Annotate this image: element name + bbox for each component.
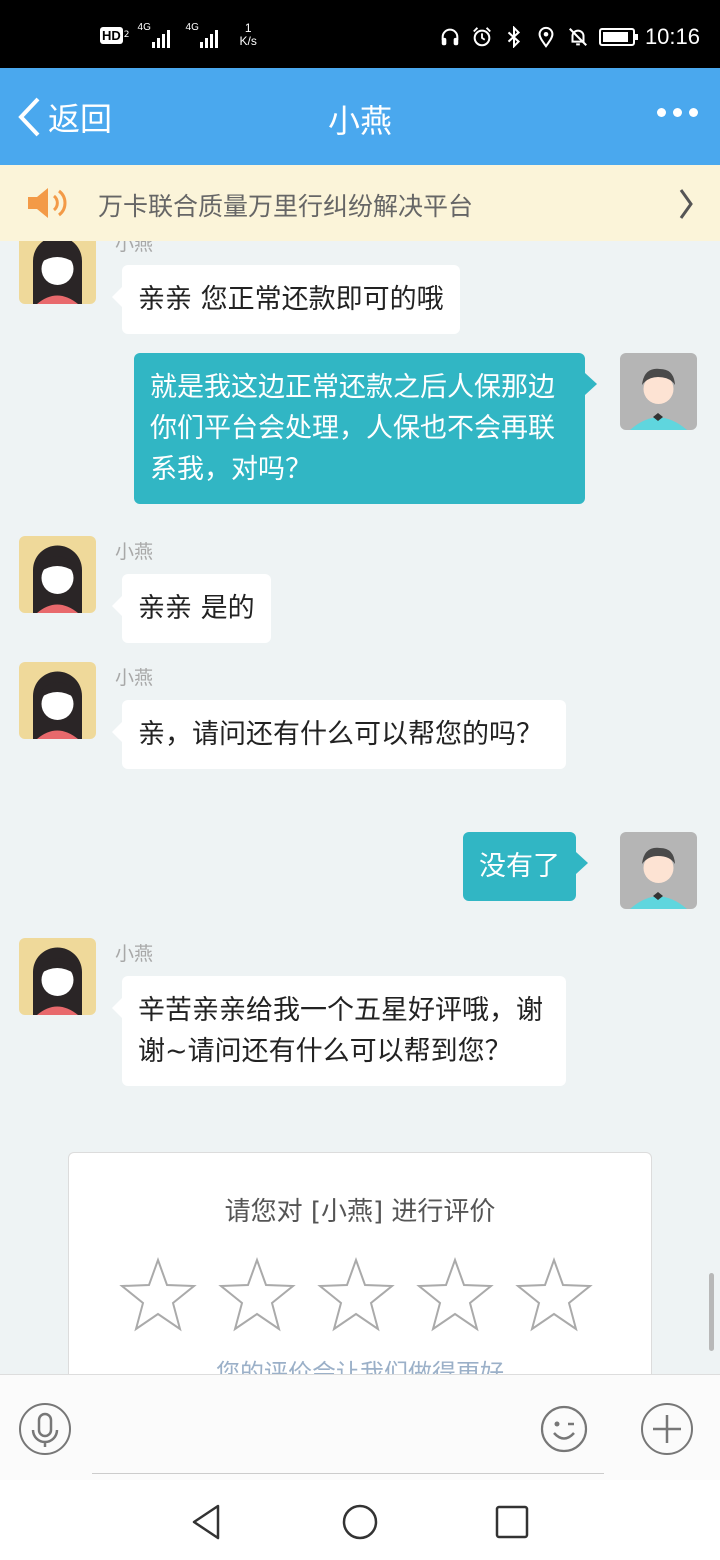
signal-gen-label-2: 4G — [185, 22, 199, 33]
dot-icon — [673, 108, 682, 117]
signal-icon-1: 4G — [138, 22, 178, 48]
more-options-button[interactable] — [657, 108, 698, 117]
location-icon — [538, 26, 554, 48]
hd-label: HD — [100, 26, 123, 44]
page-title: 小燕 — [327, 102, 392, 140]
system-nav-bar — [0, 1480, 720, 1560]
signal-icon-2: 4G — [186, 22, 226, 48]
sender-name: 小燕 — [115, 241, 154, 255]
battery-icon — [598, 28, 638, 46]
chevron-right-icon — [679, 189, 693, 219]
star-icon[interactable] — [119, 1257, 197, 1333]
mute-icon — [568, 28, 587, 46]
sender-name: 小燕 — [115, 541, 154, 563]
message-bubble: 辛苦亲亲给我一个五星好评哦，谢谢~请问还有什么可以帮到您？ — [112, 976, 566, 1086]
agent-avatar — [19, 536, 96, 613]
star-icon[interactable] — [317, 1257, 395, 1333]
rating-hint: 您的评价会让我们做得更好 — [216, 1359, 504, 1374]
rating-card: 请您对 [小燕] 进行评价 您的评价会让我们做得更好 — [68, 1152, 652, 1374]
message-bubble: 亲，请问还有什么可以帮您的吗？ — [112, 700, 566, 769]
headset-icon — [441, 28, 459, 46]
dot-icon — [657, 108, 666, 117]
notice-banner[interactable]: 万卡联合质量万里行纠纷解决平台 — [0, 165, 720, 241]
alarm-icon — [473, 27, 491, 47]
rating-title: 请您对 [小燕] 进行评价 — [224, 1197, 496, 1227]
home-circle-icon[interactable] — [340, 1502, 380, 1542]
plus-icon[interactable] — [640, 1402, 694, 1456]
sender-name: 小燕 — [115, 667, 154, 689]
status-bar: HD 2 4G 4G 1 K/s 10:16 — [0, 0, 720, 68]
speaker-icon — [28, 188, 67, 218]
user-avatar — [620, 353, 697, 430]
bluetooth-icon — [507, 26, 520, 48]
input-bar — [0, 1374, 720, 1480]
message-bubble: 没有了 — [463, 832, 588, 901]
hd-voice-indicator: HD 2 — [100, 26, 130, 44]
recents-square-icon[interactable] — [492, 1502, 532, 1542]
nav-bar: 返回 小燕 — [0, 68, 720, 165]
star-icon[interactable] — [416, 1257, 494, 1333]
clock: 10:16 — [644, 24, 700, 49]
message-input[interactable] — [92, 1473, 604, 1474]
chat-scrollbar[interactable] — [709, 1273, 714, 1351]
agent-avatar — [19, 938, 96, 1015]
chat-area[interactable]: 小燕 亲亲 您正常还款即可的哦 就是我这边正常还款之后人保那边你们平台会处理，人… — [0, 241, 720, 1374]
notice-text: 万卡联合质量万里行纠纷解决平台 — [98, 192, 474, 221]
agent-avatar — [19, 241, 96, 304]
signal-gen-label-1: 4G — [137, 22, 151, 33]
dot-icon — [689, 108, 698, 117]
rating-stars — [119, 1257, 593, 1333]
message-bubble: 就是我这边正常还款之后人保那边你们平台会处理，人保也不会再联系我，对吗？ — [134, 353, 597, 504]
hd-sub-label: 2 — [123, 30, 130, 40]
star-icon[interactable] — [515, 1257, 593, 1333]
message-bubble: 亲亲 是的 — [112, 574, 271, 643]
network-speed-unit: K/s — [239, 34, 257, 48]
sender-name: 小燕 — [115, 943, 154, 965]
microphone-icon[interactable] — [18, 1402, 72, 1456]
star-icon[interactable] — [218, 1257, 296, 1333]
back-triangle-icon[interactable] — [188, 1502, 228, 1542]
agent-avatar — [19, 662, 96, 739]
emoji-icon[interactable] — [537, 1402, 591, 1456]
message-bubble: 亲亲 您正常还款即可的哦 — [112, 265, 460, 334]
network-speed: 1 K/s — [240, 22, 257, 48]
user-avatar — [620, 832, 697, 909]
